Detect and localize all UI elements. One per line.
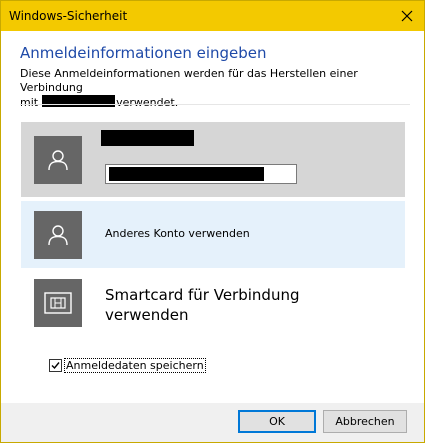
avatar <box>34 136 82 184</box>
user-icon <box>48 225 68 246</box>
account-row-other[interactable]: Anderes Konto verwenden <box>21 201 405 268</box>
close-button[interactable] <box>390 1 424 31</box>
redacted-password-value <box>109 167 264 181</box>
account-row-smartcard[interactable]: Smartcard für Verbindung verwenden <box>21 273 405 343</box>
remember-checkbox[interactable] <box>49 359 62 372</box>
avatar <box>34 211 82 259</box>
password-field[interactable] <box>105 164 297 184</box>
divider <box>20 104 410 105</box>
credential-dialog: Windows-Sicherheit Anmeldeinformationen … <box>0 0 425 443</box>
ok-button[interactable]: OK <box>238 410 316 433</box>
smartcard-avatar <box>34 279 82 327</box>
remember-credentials[interactable]: Anmeldedaten speichern <box>49 358 206 373</box>
checkmark-icon <box>51 362 60 370</box>
dialog-heading: Anmeldeinformationen eingeben <box>20 44 267 62</box>
button-bar: OK Abbrechen <box>1 403 424 442</box>
remember-label[interactable]: Anmeldedaten speichern <box>64 358 206 373</box>
description-suffix: verwendet. <box>116 96 179 109</box>
cancel-button[interactable]: Abbrechen <box>323 410 407 433</box>
window-title: Windows-Sicherheit <box>9 9 128 23</box>
smartcard-label: Smartcard für Verbindung verwenden <box>105 286 300 324</box>
redacted-account-name <box>101 130 194 146</box>
description-prefix: mit <box>20 96 39 109</box>
user-icon <box>48 150 68 171</box>
title-bar: Windows-Sicherheit <box>1 1 424 31</box>
account-row-selected[interactable] <box>21 122 405 197</box>
description-line1: Diese Anmeldeinformationen werden für da… <box>20 67 358 94</box>
other-account-label: Anderes Konto verwenden <box>105 227 250 240</box>
smartcard-icon <box>44 292 72 314</box>
close-icon <box>401 10 413 22</box>
redacted-server-name <box>42 95 116 107</box>
